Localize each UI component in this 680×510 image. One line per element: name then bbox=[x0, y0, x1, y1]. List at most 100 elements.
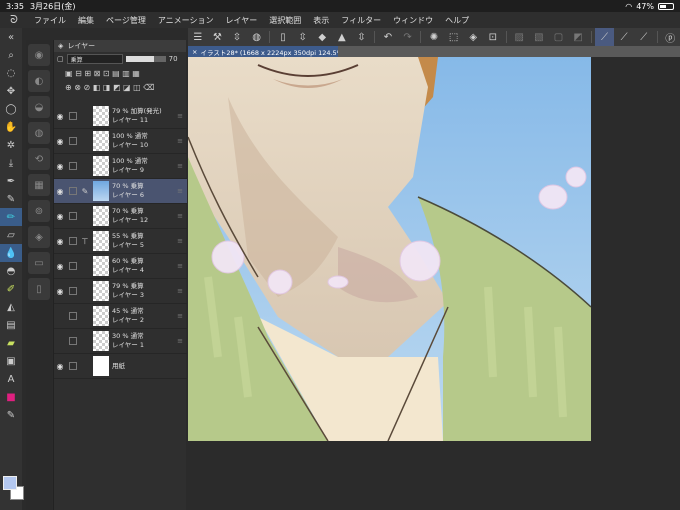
navigator-icon[interactable]: ◉ bbox=[28, 44, 50, 66]
color-swatch-icon[interactable]: ▰ bbox=[0, 334, 22, 352]
menu-selection[interactable]: 選択範囲 bbox=[263, 15, 307, 26]
properties-icon[interactable]: ▦ bbox=[28, 174, 50, 196]
selection-icon[interactable]: ▢ bbox=[549, 28, 569, 46]
menu-window[interactable]: ウィンドウ bbox=[387, 15, 439, 26]
invert-selection-icon[interactable]: ▧ bbox=[529, 28, 549, 46]
stabilizer-icon[interactable]: ⟋ bbox=[594, 28, 615, 46]
layer-row[interactable]: ◉ 60 % 乗算 レイヤー 4 ≡ bbox=[54, 254, 187, 279]
stroke2-icon[interactable]: ⟋ bbox=[634, 28, 654, 46]
menu-filter[interactable]: フィルター bbox=[335, 15, 387, 26]
highlighter-icon[interactable]: ✐ bbox=[0, 280, 22, 298]
new-file-icon[interactable]: ▯ bbox=[273, 28, 293, 46]
color-wheel-icon[interactable]: ◒ bbox=[28, 96, 50, 118]
lock-checkbox[interactable] bbox=[69, 362, 77, 370]
loading-icon[interactable]: ✺ bbox=[424, 28, 444, 46]
drag-handle-icon[interactable]: ≡ bbox=[177, 112, 183, 120]
brush-settings-icon[interactable]: ⚒ bbox=[208, 28, 228, 46]
collapse-icon[interactable]: « bbox=[0, 28, 22, 46]
hamburger-menu-icon[interactable]: ☰ bbox=[188, 28, 208, 46]
lock-checkbox[interactable] bbox=[69, 287, 77, 295]
layers-dock-icon[interactable]: ◈ bbox=[28, 226, 50, 248]
lock-checkbox[interactable] bbox=[69, 112, 77, 120]
text-icon[interactable]: A bbox=[0, 370, 22, 388]
blend-mode-select[interactable]: 乗算 bbox=[66, 54, 123, 64]
frame-icon[interactable]: ▣ bbox=[0, 352, 22, 370]
layer-row[interactable]: 30 % 通常 レイヤー 1 ≡ bbox=[54, 329, 187, 354]
drag-handle-icon[interactable]: ≡ bbox=[177, 162, 183, 170]
fill-icon[interactable]: ◈ bbox=[463, 28, 483, 46]
lock-checkbox[interactable] bbox=[69, 337, 77, 345]
layer-row[interactable]: ◉ ⊤ 55 % 乗算 レイヤー 5 ≡ bbox=[54, 229, 187, 254]
clear-icon[interactable]: ⬚ bbox=[444, 28, 464, 46]
transform-icon[interactable]: ⊡ bbox=[483, 28, 503, 46]
layer-row-selected[interactable]: ◉ ✎ 70 % 乗算 レイヤー 6 ≡ bbox=[54, 179, 187, 204]
smart-icon[interactable]: ⓟ bbox=[660, 28, 680, 46]
stepper2-icon[interactable]: ⇳ bbox=[293, 28, 313, 46]
menu-edit[interactable]: 編集 bbox=[72, 15, 100, 26]
drag-handle-icon[interactable]: ≡ bbox=[177, 312, 183, 320]
ruler-icon[interactable]: ✎ bbox=[0, 406, 22, 424]
drag-handle-icon[interactable]: ≡ bbox=[177, 237, 183, 245]
layer-row[interactable]: 45 % 通常 レイヤー 2 ≡ bbox=[54, 304, 187, 329]
menu-help[interactable]: ヘルプ bbox=[439, 15, 475, 26]
eye-icon[interactable]: ◉ bbox=[54, 287, 66, 296]
layer-row[interactable]: ◉ 用紙 bbox=[54, 354, 187, 379]
layer-row[interactable]: ◉ 79 % 加算(発光) レイヤー 11 ≡ bbox=[54, 104, 187, 129]
companion-icon[interactable]: ◍ bbox=[247, 28, 267, 46]
lock-checkbox[interactable] bbox=[69, 262, 77, 270]
pencil-icon[interactable]: ✎ bbox=[0, 190, 22, 208]
drag-handle-icon[interactable]: ≡ bbox=[177, 137, 183, 145]
layer-actions-icons[interactable]: ⊕ ⊗ ⊘ ◧ ◨ ◩ ◪ ◫ ⌫ bbox=[57, 83, 155, 92]
history-icon[interactable]: ⟲ bbox=[28, 148, 50, 170]
fill-tool-icon[interactable]: ◭ bbox=[0, 298, 22, 316]
eye-icon[interactable]: ◉ bbox=[54, 237, 66, 246]
artwork-canvas[interactable] bbox=[188, 57, 591, 441]
stepper-icon[interactable]: ⇳ bbox=[227, 28, 247, 46]
brush-size-icon[interactable]: ◐ bbox=[28, 70, 50, 92]
eraser-icon[interactable]: ▱ bbox=[0, 226, 22, 244]
menu-page[interactable]: ページ管理 bbox=[100, 15, 152, 26]
gradient-icon[interactable]: ▤ bbox=[0, 316, 22, 334]
drag-handle-icon[interactable]: ≡ bbox=[177, 337, 183, 345]
search-layer-icon[interactable]: ⊚ bbox=[28, 200, 50, 222]
balloon-icon[interactable]: ■ bbox=[0, 388, 22, 406]
lock-checkbox[interactable] bbox=[69, 212, 77, 220]
stroke-icon[interactable]: ⟋ bbox=[614, 28, 634, 46]
lock-checkbox[interactable] bbox=[69, 162, 77, 170]
deselect-icon[interactable]: ▨ bbox=[509, 28, 529, 46]
opacity-slider[interactable] bbox=[125, 56, 166, 62]
mountain-icon[interactable]: ▲ bbox=[332, 28, 352, 46]
move-icon[interactable]: ✥ bbox=[0, 82, 22, 100]
eye-icon[interactable]: ◉ bbox=[54, 262, 66, 271]
main-color-swatch[interactable] bbox=[3, 476, 17, 490]
stepper3-icon[interactable]: ⇳ bbox=[352, 28, 372, 46]
lock-checkbox[interactable] bbox=[69, 312, 77, 320]
layer-row[interactable]: ◉ 100 % 通常 レイヤー 10 ≡ bbox=[54, 129, 187, 154]
blend-icon[interactable]: 💧 bbox=[0, 244, 22, 262]
brush-icon[interactable]: ✏ bbox=[0, 208, 22, 226]
redo-icon[interactable]: ↷ bbox=[398, 28, 418, 46]
drag-handle-icon[interactable]: ≡ bbox=[177, 287, 183, 295]
layer-props-icons[interactable]: ▣ ⊟ ⊞ ⊠ ⊡ ▤ ▥ ▦ bbox=[57, 69, 140, 78]
layer-color-icon[interactable]: ▢ bbox=[57, 55, 64, 63]
eye-icon[interactable]: ◉ bbox=[54, 187, 66, 196]
zoom-icon[interactable]: ⌕ bbox=[0, 46, 22, 64]
eye-icon[interactable]: ◉ bbox=[54, 212, 66, 221]
drag-handle-icon[interactable]: ≡ bbox=[177, 187, 183, 195]
page-icon[interactable]: ▯ bbox=[28, 278, 50, 300]
lasso-icon[interactable]: ◯ bbox=[0, 100, 22, 118]
eye-icon[interactable]: ◉ bbox=[54, 112, 66, 121]
lock-checkbox[interactable] bbox=[69, 187, 77, 195]
eye-icon[interactable]: ◉ bbox=[54, 137, 66, 146]
layer-row[interactable]: ◉ 100 % 通常 レイヤー 9 ≡ bbox=[54, 154, 187, 179]
lock-checkbox[interactable] bbox=[69, 237, 77, 245]
menu-file[interactable]: ファイル bbox=[28, 15, 72, 26]
material-icon[interactable]: ◍ bbox=[28, 122, 50, 144]
layer-row[interactable]: ◉ 70 % 乗算 レイヤー 12 ≡ bbox=[54, 204, 187, 229]
hand-icon[interactable]: ✋ bbox=[0, 118, 22, 136]
document-tab[interactable]: × イラスト28* (1668 x 2224px 350dpi 124.5%) bbox=[188, 46, 338, 57]
timeline-icon[interactable]: ▭ bbox=[28, 252, 50, 274]
menu-animation[interactable]: アニメーション bbox=[152, 15, 220, 26]
app-logo-icon[interactable]: ᘐ bbox=[0, 13, 28, 27]
magic-wand-icon[interactable]: ✲ bbox=[0, 136, 22, 154]
